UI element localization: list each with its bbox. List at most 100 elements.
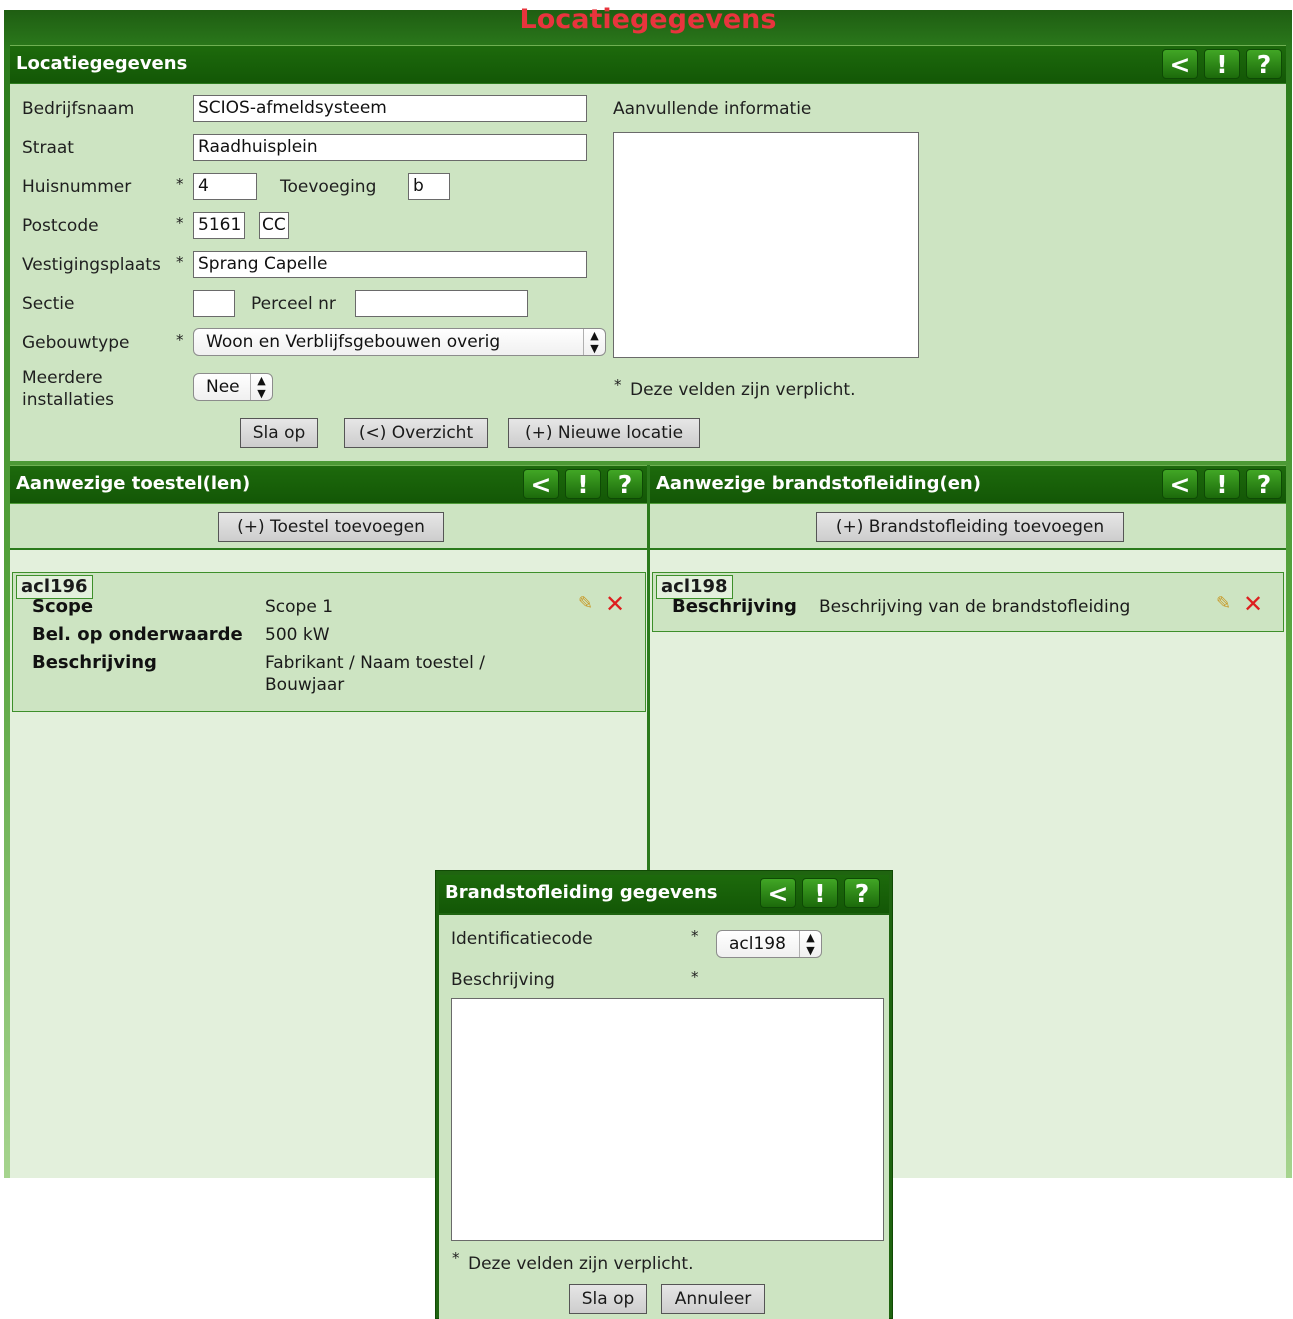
pencil-icon[interactable]: ✎ (1216, 593, 1231, 614)
meerdere-installaties-label: Meerdere installaties (22, 367, 114, 411)
straat-label: Straat (22, 138, 74, 158)
back-icon: < (1169, 470, 1191, 499)
info-button[interactable]: ! (802, 878, 838, 908)
toestel-card[interactable]: Scope Scope 1 Bel. op onderwaarde 500 kW… (12, 572, 646, 712)
required-marker: * (176, 331, 184, 349)
gebouwtype-value: Woon en Verblijfsgebouwen overig (206, 332, 501, 352)
bel-value: 500 kW (265, 625, 330, 645)
sectie-input[interactable] (193, 290, 235, 317)
overview-button[interactable]: (<) Overzicht (344, 418, 488, 448)
required-note: Deze velden zijn verplicht. (630, 380, 856, 400)
bedrijfsnaam-label: Bedrijfsnaam (22, 99, 135, 119)
beschrijving-line1: Fabrikant / Naam toestel / (265, 653, 485, 673)
info-button[interactable]: ! (565, 469, 601, 499)
add-brandstofleiding-button[interactable]: (+) Brandstofleiding toevoegen (816, 512, 1124, 542)
meerdere-label-line2: installaties (22, 390, 115, 410)
info-icon: ! (577, 470, 589, 499)
dialog-save-button[interactable]: Sla op (569, 1284, 647, 1314)
delete-x-icon[interactable]: ✕ (605, 592, 625, 616)
aanvullende-informatie-label: Aanvullende informatie (613, 99, 812, 119)
location-panel-header: Locatiegegevens < ! ? (10, 45, 1286, 83)
app-title: Locatiegegevens (519, 4, 777, 35)
dialog-header: Brandstofleiding gegevens < ! ? (439, 875, 889, 913)
beschrijving-line2: Bouwjaar (265, 675, 345, 695)
beschrijving-label: Beschrijving (32, 652, 157, 673)
help-icon: ? (854, 879, 870, 908)
postcode-digits-input[interactable]: 5161 (193, 212, 245, 239)
brandstofleiding-card[interactable]: Beschrijving Beschrijving van de brandst… (652, 572, 1284, 632)
save-button[interactable]: Sla op (240, 418, 318, 448)
location-panel-body: Bedrijfsnaam SCIOS-afmeldsysteem Straat … (10, 84, 1286, 461)
beschrijving-label: Beschrijving (451, 970, 555, 990)
identificatiecode-label: Identificatiecode (451, 929, 593, 949)
brandstof-toolbar: (+) Brandstofleiding toevoegen (650, 504, 1286, 550)
help-button[interactable]: ? (1246, 49, 1282, 79)
perceel-label: Perceel nr (251, 294, 336, 314)
help-icon: ? (1256, 50, 1272, 79)
required-marker: * (691, 927, 699, 945)
required-marker: * (176, 214, 184, 232)
back-icon: < (767, 879, 789, 908)
info-icon: ! (1216, 470, 1228, 499)
info-icon: ! (814, 879, 826, 908)
required-note: Deze velden zijn verplicht. (468, 1254, 694, 1274)
select-arrows-icon: ▲ ▼ (799, 931, 821, 957)
required-marker: * (176, 175, 184, 193)
brandstof-panel-title: Aanwezige brandstofleiding(en) (656, 473, 981, 494)
dialog-body: Identificatiecode * acl198 ▲ ▼ Beschrijvi… (439, 915, 889, 1319)
brandstofleiding-dialog: Brandstofleiding gegevens < ! ? Identifi… (435, 870, 893, 1319)
meerdere-value: Nee (206, 377, 240, 397)
back-button[interactable]: < (1162, 469, 1198, 499)
back-button[interactable]: < (760, 878, 796, 908)
toestellen-toolbar: (+) Toestel toevoegen (10, 504, 647, 550)
required-note-marker: * (614, 376, 622, 394)
help-icon: ? (617, 470, 633, 499)
perceel-input[interactable] (355, 290, 528, 317)
back-icon: < (530, 470, 552, 499)
scope-value: Scope 1 (265, 597, 334, 617)
required-note-marker: * (452, 1249, 460, 1267)
toestellen-panel-header: Aanwezige toestel(len) < ! ? (10, 465, 647, 503)
info-icon: ! (1216, 50, 1228, 79)
meerdere-label-line1: Meerdere (22, 368, 103, 388)
postcode-label: Postcode (22, 216, 99, 236)
back-button[interactable]: < (523, 469, 559, 499)
gebouwtype-label: Gebouwtype (22, 333, 130, 353)
help-button[interactable]: ? (1246, 469, 1282, 499)
brandstof-beschrijving-value: Beschrijving van de brandstofleiding (819, 597, 1131, 617)
add-toestel-button[interactable]: (+) Toestel toevoegen (218, 512, 444, 542)
help-button[interactable]: ? (844, 878, 880, 908)
scope-label: Scope (32, 596, 94, 617)
required-marker: * (691, 968, 699, 986)
postcode-letters-input[interactable]: CC (259, 212, 289, 239)
info-button[interactable]: ! (1204, 49, 1240, 79)
huisnummer-input[interactable]: 4 (193, 173, 257, 200)
pencil-icon[interactable]: ✎ (578, 593, 593, 614)
straat-input[interactable]: Raadhuisplein (193, 134, 587, 161)
identificatiecode-value: acl198 (729, 934, 786, 954)
bedrijfsnaam-input[interactable]: SCIOS-afmeldsysteem (193, 95, 587, 122)
new-location-button[interactable]: (+) Nieuwe locatie (508, 418, 700, 448)
toestel-card-id: acl196 (16, 575, 93, 599)
toevoeging-input[interactable]: b (408, 173, 450, 200)
help-icon: ? (1256, 470, 1272, 499)
required-marker: * (176, 253, 184, 271)
vestigingsplaats-input[interactable]: Sprang Capelle (193, 251, 587, 278)
delete-x-icon[interactable]: ✕ (1243, 592, 1263, 616)
meerdere-installaties-select[interactable]: Nee ▲ ▼ (193, 373, 273, 401)
huisnummer-label: Huisnummer (22, 177, 132, 197)
back-button[interactable]: < (1162, 49, 1198, 79)
info-button[interactable]: ! (1204, 469, 1240, 499)
brandstofleiding-card-id: acl198 (656, 575, 733, 599)
help-button[interactable]: ? (607, 469, 643, 499)
beschrijving-textarea[interactable] (451, 998, 884, 1241)
brandstof-beschrijving-label: Beschrijving (672, 596, 797, 617)
beschrijving-value: Fabrikant / Naam toestel / Bouwjaar (265, 652, 485, 696)
toestellen-panel-title: Aanwezige toestel(len) (16, 473, 251, 494)
aanvullende-informatie-textarea[interactable] (613, 132, 919, 358)
vestigingsplaats-label: Vestigingsplaats (22, 255, 161, 275)
dialog-cancel-button[interactable]: Annuleer (661, 1284, 765, 1314)
select-arrows-icon: ▲ ▼ (250, 374, 272, 400)
identificatiecode-select[interactable]: acl198 ▲ ▼ (716, 930, 822, 958)
gebouwtype-select[interactable]: Woon en Verblijfsgebouwen overig ▲ ▼ (193, 328, 606, 356)
